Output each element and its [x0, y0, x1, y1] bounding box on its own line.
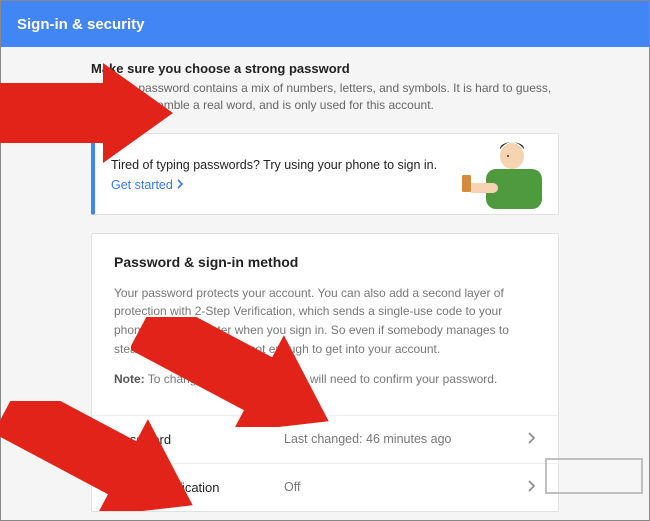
person-phone-illustration [460, 139, 550, 214]
password-row-label: Password [114, 432, 284, 447]
get-started-label: Get started [111, 178, 173, 192]
signin-method-body: Password & sign-in method Your password … [92, 234, 558, 415]
chevron-right-icon [528, 432, 536, 447]
main-content: Make sure you choose a strong password A… [1, 47, 649, 512]
page-title: Sign-in & security [17, 16, 145, 33]
two-step-row-value: Off [284, 480, 528, 494]
two-step-row-label: 2-Step Verification [114, 480, 284, 495]
note-prefix: Note: [114, 372, 145, 386]
intro-body: A strong password contains a mix of numb… [91, 80, 559, 115]
strong-password-intro: Make sure you choose a strong password A… [91, 61, 559, 115]
header-bar: Sign-in & security [1, 1, 649, 47]
watermark-box [545, 458, 643, 494]
phone-signin-card: Tired of typing passwords? Try using you… [91, 133, 559, 215]
get-started-link[interactable]: Get started [111, 178, 185, 192]
signin-method-note: Note: To change these settings, you will… [114, 370, 536, 389]
two-step-row[interactable]: 2-Step Verification Off [92, 463, 558, 511]
signin-method-desc: Your password protects your account. You… [114, 284, 536, 358]
chevron-right-icon [528, 480, 536, 495]
signin-method-title: Password & sign-in method [114, 254, 536, 270]
password-row-value: Last changed: 46 minutes ago [284, 432, 528, 446]
note-rest: To change these settings, you will need … [145, 372, 498, 386]
chevron-right-icon [177, 178, 185, 192]
password-row[interactable]: Password Last changed: 46 minutes ago [92, 415, 558, 463]
signin-method-panel: Password & sign-in method Your password … [91, 233, 559, 512]
intro-heading: Make sure you choose a strong password [91, 61, 559, 76]
